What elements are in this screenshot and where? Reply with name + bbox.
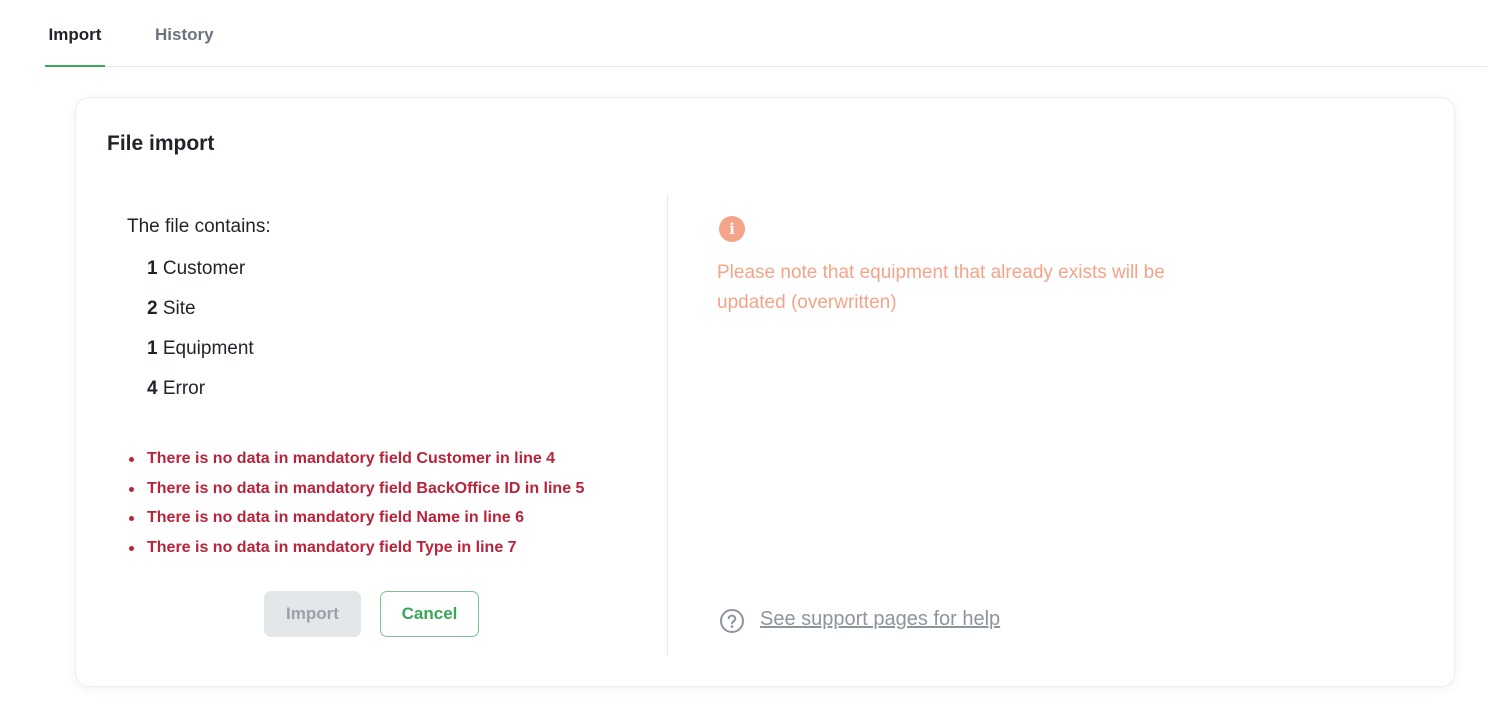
count-label: Customer: [157, 258, 246, 279]
tab-history[interactable]: History: [155, 25, 214, 67]
count-row-equipment: 1 Equipment: [147, 336, 254, 376]
error-item: There is no data in mandatory field Name…: [127, 507, 584, 537]
error-list: There is no data in mandatory field Cust…: [127, 448, 584, 566]
count-row-error: 4 Error: [147, 376, 254, 416]
file-contains-label: The file contains:: [127, 216, 271, 237]
error-item: There is no data in mandatory field Cust…: [127, 448, 584, 478]
question-circle-icon: [720, 609, 744, 633]
count-value: 1: [147, 338, 158, 359]
count-value: 1: [147, 258, 158, 279]
cancel-button[interactable]: Cancel: [380, 591, 479, 637]
count-row-customer: 1 Customer: [147, 256, 254, 296]
error-item: There is no data in mandatory field Type…: [127, 537, 584, 567]
count-label: Error: [157, 378, 206, 399]
info-icon: i: [719, 216, 745, 242]
count-value: 2: [147, 298, 158, 319]
counts-list: 1 Customer 2 Site 1 Equipment 4 Error: [147, 256, 254, 416]
count-label: Site: [157, 298, 196, 319]
tab-import[interactable]: Import: [45, 25, 105, 67]
support-pages-link[interactable]: See support pages for help: [760, 608, 1000, 631]
overwrite-note: Please note that equipment that already …: [717, 262, 1165, 313]
tab-bar: Import History: [45, 0, 1487, 67]
card-title: File import: [107, 132, 215, 155]
count-value: 4: [147, 378, 158, 399]
error-item: There is no data in mandatory field Back…: [127, 478, 584, 508]
import-button[interactable]: Import: [264, 591, 361, 637]
count-row-site: 2 Site: [147, 296, 254, 336]
file-import-card: File import The file contains: 1 Custome…: [75, 97, 1455, 687]
count-label: Equipment: [157, 338, 254, 359]
column-divider: [667, 194, 668, 656]
